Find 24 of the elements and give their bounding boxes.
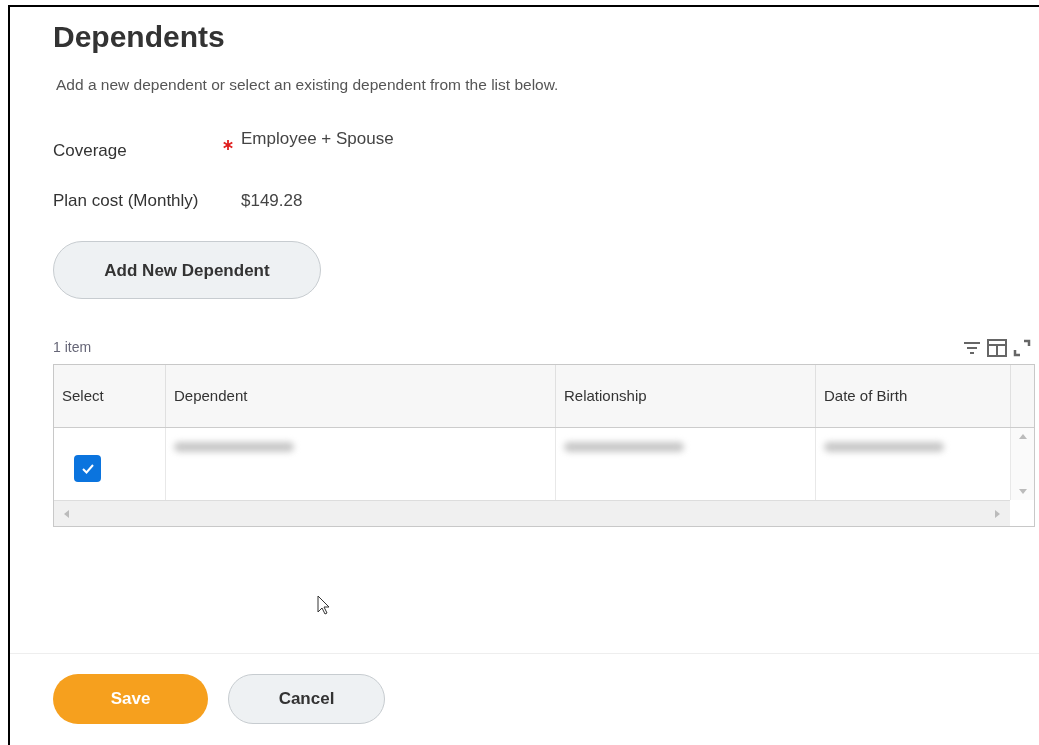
horizontal-scrollbar[interactable] xyxy=(54,500,1010,527)
instructions: Add a new dependent or select an existing dependent from the list below. xyxy=(56,75,559,95)
scroll-right-icon[interactable] xyxy=(995,509,1000,518)
scroll-up-icon[interactable] xyxy=(1018,434,1027,440)
item-count: 1 item xyxy=(53,338,92,358)
page-title: Dependents xyxy=(53,19,225,55)
field-label: Plan cost (Monthly) xyxy=(53,189,200,212)
add-dependent-button[interactable]: Add New Dependent xyxy=(53,241,321,300)
field-label: Coverage xyxy=(53,140,128,163)
columns-icon[interactable] xyxy=(987,338,1007,357)
filter-icon[interactable] xyxy=(963,340,981,355)
cursor-icon xyxy=(317,595,331,615)
scroll-down-icon[interactable] xyxy=(1018,489,1027,495)
row-checkbox[interactable] xyxy=(74,455,101,483)
check-icon xyxy=(80,462,95,475)
cancel-button[interactable]: Cancel xyxy=(228,673,385,724)
field-value: Employee + Spouse xyxy=(241,128,394,151)
column-header[interactable]: Date of Birth xyxy=(816,365,1011,428)
expand-icon[interactable] xyxy=(1013,338,1031,357)
column-header[interactable]: Relationship xyxy=(556,365,816,428)
column-header[interactable]: Dependent xyxy=(166,365,556,428)
column-header[interactable]: Select xyxy=(54,365,166,428)
scroll-left-icon[interactable] xyxy=(64,509,69,518)
field-value: $149.28 xyxy=(241,189,303,212)
